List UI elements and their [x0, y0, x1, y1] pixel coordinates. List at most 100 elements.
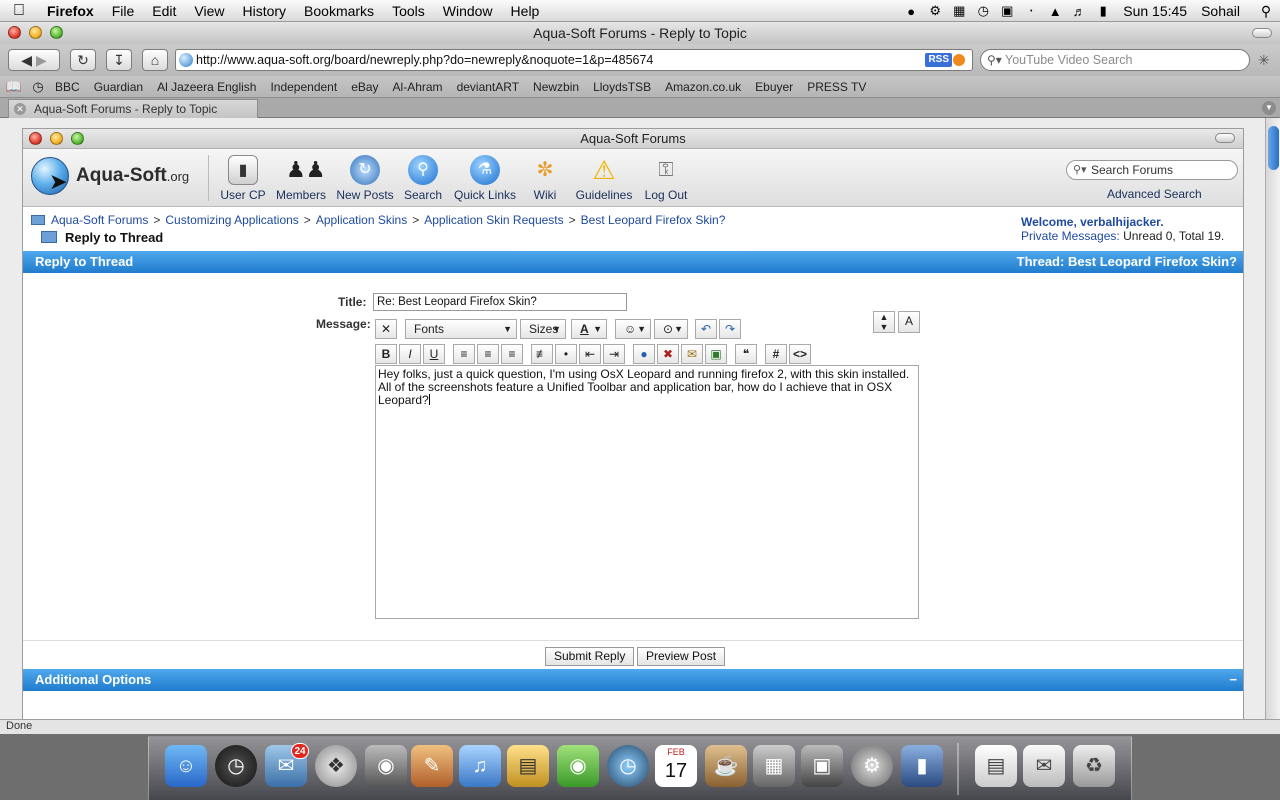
- menu-edit[interactable]: Edit: [143, 3, 185, 19]
- bookmark-newzbin[interactable]: Newzbin: [526, 80, 586, 94]
- gear-status-icon[interactable]: ⚙: [923, 3, 947, 19]
- message-textarea[interactable]: Hey folks, just a quick question, I'm us…: [375, 365, 919, 619]
- bookmark-guardian[interactable]: Guardian: [87, 80, 150, 94]
- book-icon[interactable]: ▮: [901, 745, 943, 787]
- finder-icon[interactable]: ☺: [165, 745, 207, 787]
- bold-icon[interactable]: B: [375, 344, 397, 364]
- system-preferences-icon[interactable]: ⚙: [851, 745, 893, 787]
- volume-icon[interactable]: ♬: [1067, 4, 1091, 19]
- additional-options-bar[interactable]: Additional Options −: [23, 669, 1243, 691]
- redo-icon[interactable]: ↷: [719, 319, 741, 339]
- time-machine-dock-icon[interactable]: ◷: [607, 745, 649, 787]
- apple-menu-icon[interactable]: : [0, 2, 38, 20]
- forward-arrow-icon[interactable]: ▶: [36, 52, 47, 68]
- menu-file[interactable]: File: [103, 3, 144, 19]
- adium-icon[interactable]: ◉: [557, 745, 599, 787]
- menu-app-firefox[interactable]: Firefox: [38, 3, 103, 19]
- spotlight-icon[interactable]: ⚲: [1252, 3, 1280, 20]
- thread-link[interactable]: Thread: Best Leopard Firefox Skin?: [1017, 251, 1237, 273]
- underline-icon[interactable]: U: [423, 344, 445, 364]
- nav-wiki[interactable]: ✼ Wiki: [525, 155, 565, 202]
- wifi-icon[interactable]: ▲: [1043, 4, 1067, 19]
- fonts-select[interactable]: Fonts ▼: [405, 319, 517, 339]
- battery-icon[interactable]: ▮: [1091, 3, 1115, 19]
- crumb-thread[interactable]: Best Leopard Firefox Skin?: [581, 213, 726, 227]
- menu-window[interactable]: Window: [434, 3, 502, 19]
- bookmark-bbc[interactable]: BBC: [48, 80, 87, 94]
- sizes-select[interactable]: Sizes ▼: [520, 319, 566, 339]
- photo-booth-icon[interactable]: ◉: [365, 745, 407, 787]
- menu-help[interactable]: Help: [502, 3, 549, 19]
- vertical-scrollbar[interactable]: [1265, 118, 1280, 719]
- aqua-soft-logo[interactable]: ➤ Aqua-Soft.org: [31, 155, 206, 199]
- private-messages-link[interactable]: Private Messages:: [1021, 229, 1120, 243]
- menu-tools[interactable]: Tools: [383, 3, 434, 19]
- bookmark-al-ahram[interactable]: Al-Ahram: [386, 80, 450, 94]
- code-hash-icon[interactable]: #: [765, 344, 787, 364]
- collapse-icon[interactable]: −: [1229, 669, 1237, 691]
- image-capture-icon[interactable]: ▣: [801, 745, 843, 787]
- menu-history[interactable]: History: [233, 3, 295, 19]
- cassette-icon[interactable]: ▤: [507, 745, 549, 787]
- bookmark-amazon[interactable]: Amazon.co.uk: [658, 80, 748, 94]
- forum-search-input[interactable]: ⚲▾ Search Forums: [1066, 160, 1238, 180]
- nav-user-cp[interactable]: ▮ User CP: [219, 155, 267, 202]
- close-tab-icon[interactable]: ✕: [14, 103, 26, 115]
- crumb-skin-requests[interactable]: Application Skin Requests: [424, 213, 563, 227]
- outdent-icon[interactable]: ⇤: [579, 344, 601, 364]
- minimize-window-icon[interactable]: [29, 26, 42, 39]
- dashboard-icon[interactable]: ◷: [215, 745, 257, 787]
- insert-image-icon[interactable]: ▣: [705, 344, 727, 364]
- align-left-icon[interactable]: ≡: [453, 344, 475, 364]
- url-bar[interactable]: http://www.aqua-soft.org/board/newreply.…: [175, 49, 973, 71]
- indent-icon[interactable]: ⇥: [603, 344, 625, 364]
- switch-editor-mode-icon[interactable]: A: [898, 311, 920, 333]
- feed-dot-icon[interactable]: [953, 54, 965, 66]
- bookmark-deviantart[interactable]: deviantART: [450, 80, 526, 94]
- menu-clock[interactable]: Sun 15:45: [1115, 3, 1197, 19]
- crumb-skins[interactable]: Application Skins: [316, 213, 407, 227]
- nav-search[interactable]: ⚲ Search: [401, 155, 445, 202]
- itunes-icon[interactable]: ♫: [459, 745, 501, 787]
- advanced-search-link[interactable]: Advanced Search: [1107, 187, 1202, 201]
- preview-icon[interactable]: ☕: [705, 745, 747, 787]
- resize-editor-icon[interactable]: ▲ ▼: [873, 311, 895, 333]
- reload-button[interactable]: ↻: [70, 49, 96, 71]
- attach-select[interactable]: ⊙ ▼: [654, 319, 688, 339]
- quote-icon[interactable]: ❝: [735, 344, 757, 364]
- youtube-search-input[interactable]: ⚲▾ YouTube Video Search: [980, 49, 1250, 71]
- crumb-forums[interactable]: Aqua-Soft Forums: [51, 213, 148, 227]
- back-forward-buttons[interactable]: ◀ ▶: [8, 49, 60, 71]
- ical-icon[interactable]: FEB 17: [655, 745, 697, 787]
- submit-reply-button[interactable]: Submit Reply: [545, 647, 635, 666]
- time-machine-icon[interactable]: ◷: [971, 3, 995, 19]
- display-icon[interactable]: ▣: [995, 3, 1019, 19]
- welcome-user-link[interactable]: Welcome, verbalhijacker.: [1021, 215, 1164, 229]
- safari-icon[interactable]: ❖: [315, 745, 357, 787]
- bulleted-list-icon[interactable]: •: [555, 344, 577, 364]
- nav-new-posts[interactable]: ↻ New Posts: [335, 155, 395, 202]
- toolbar-toggle-icon[interactable]: [1252, 28, 1272, 38]
- iphoto-icon[interactable]: ✎: [411, 745, 453, 787]
- zoom-window-icon[interactable]: [50, 26, 63, 39]
- bluetooth-icon[interactable]: ᛫: [1019, 4, 1043, 19]
- scrollbar-thumb[interactable]: [1268, 126, 1279, 170]
- bookmark-al-jazeera[interactable]: Al Jazeera English: [150, 80, 263, 94]
- close-window-icon[interactable]: [8, 26, 21, 39]
- document-stack-icon[interactable]: ▤: [975, 745, 1017, 787]
- preview-post-button[interactable]: Preview Post: [637, 647, 726, 666]
- remove-link-icon[interactable]: ✖: [657, 344, 679, 364]
- align-center-icon[interactable]: ≡: [477, 344, 499, 364]
- user-name[interactable]: Sohail: [1197, 3, 1252, 19]
- menu-view[interactable]: View: [185, 3, 233, 19]
- rss-icon[interactable]: RSS: [925, 53, 952, 67]
- bookmark-lloydstsb[interactable]: LloydsTSB: [586, 80, 658, 94]
- download-button[interactable]: ↧: [106, 49, 132, 71]
- nav-quick-links[interactable]: ⚗ Quick Links: [453, 155, 517, 202]
- italic-icon[interactable]: I: [399, 344, 421, 364]
- remove-format-icon[interactable]: ✕: [375, 319, 397, 339]
- menu-bookmarks[interactable]: Bookmarks: [295, 3, 383, 19]
- bookmark-ebuyer[interactable]: Ebuyer: [748, 80, 800, 94]
- insert-link-icon[interactable]: ●: [633, 344, 655, 364]
- numbered-list-icon[interactable]: ≢: [531, 344, 553, 364]
